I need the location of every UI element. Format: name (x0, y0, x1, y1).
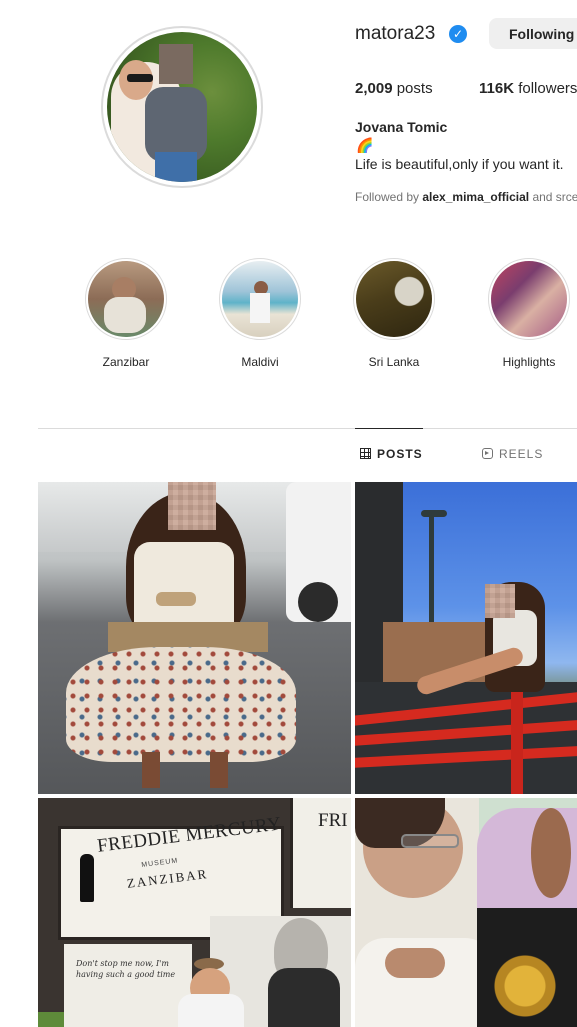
post-handwritten-note: Don't stop me now, I'm having such a goo… (76, 959, 176, 979)
followers-count[interactable]: 116K followers (479, 80, 577, 98)
highlight-zanzibar[interactable] (85, 258, 167, 340)
profile-username: matora23 (355, 23, 436, 44)
highlight-sri-lanka[interactable] (353, 258, 435, 340)
post-thumbnail-3[interactable]: FREDDIE MERCURY MUSEUM ZANZIBAR FRI Don'… (38, 798, 351, 1027)
bio-emoji: 🌈 (356, 137, 374, 153)
followed-by-account: alex_mima_official (422, 190, 530, 204)
highlight-maldivi[interactable] (219, 258, 301, 340)
blurred-face (485, 584, 515, 618)
post-thumbnail-2[interactable] (355, 482, 577, 794)
followed-by[interactable]: Followed by alex_mima_official and srce (355, 189, 577, 205)
tab-posts[interactable]: POSTS (360, 447, 423, 461)
post-thumbnail-4[interactable] (355, 798, 577, 1027)
tab-reels[interactable]: REELS (482, 447, 543, 461)
active-tab-indicator (355, 428, 423, 429)
profile-full-name: Jovana Tomic (355, 119, 448, 135)
blurred-face (168, 482, 216, 530)
grid-icon (360, 448, 371, 459)
verified-badge-icon: ✓ (449, 25, 467, 43)
highlight-label: Zanzibar (102, 355, 150, 369)
profile-bio: Life is beautiful,only if you want it. (355, 156, 564, 172)
reels-icon (482, 448, 493, 459)
tabs-divider (38, 428, 577, 429)
highlight-label: Highlights (502, 355, 556, 369)
profile-avatar[interactable] (107, 32, 257, 182)
highlight-label: Maldivi (241, 355, 279, 369)
following-button[interactable]: Following (489, 18, 577, 49)
post-thumbnail-1[interactable] (38, 482, 351, 794)
blurred-face (159, 44, 193, 84)
highlight-highlights[interactable] (488, 258, 570, 340)
posts-count[interactable]: 2,009 posts (355, 80, 433, 98)
post-second-sign: FRI (318, 810, 348, 831)
highlight-label: Sri Lanka (368, 355, 420, 369)
